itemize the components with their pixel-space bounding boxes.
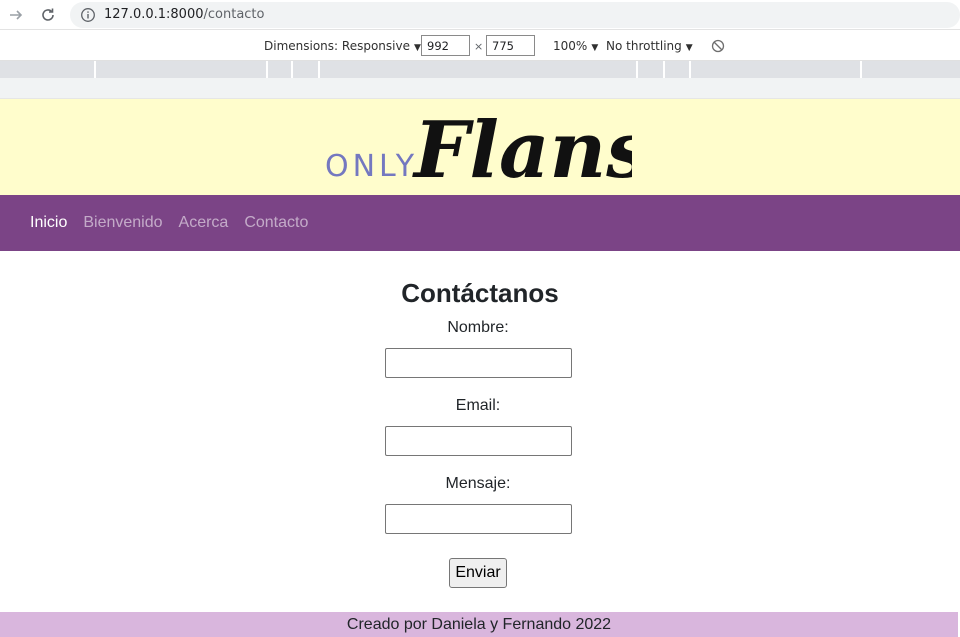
browser-address-bar: 127.0.0.1:8000/contacto: [0, 0, 960, 30]
footer-text: Creado por Daniela y Fernando 2022: [346, 616, 612, 633]
url-path: /contacto: [203, 7, 265, 22]
media-query-ruler[interactable]: [0, 61, 960, 78]
email-label: Email:: [455, 397, 501, 414]
reload-icon[interactable]: [38, 5, 58, 25]
hero-banner: ONLY Flans: [0, 99, 960, 195]
url-host: 127.0.0.1:8000: [104, 7, 204, 22]
forward-icon[interactable]: [6, 5, 26, 25]
message-field[interactable]: [385, 504, 572, 534]
message-label: Mensaje:: [445, 475, 511, 492]
devtools-device-toolbar: Dimensions: Responsive ▼ 992 × 775 100% ▼ …: [0, 31, 960, 61]
dimensions-label: Dimensions: Responsive: [264, 39, 410, 53]
chevron-down-icon: ▼: [591, 43, 599, 53]
nav-links: Inicio Bienvenido Acerca Contacto: [30, 214, 308, 232]
viewport-gutter: [0, 78, 960, 99]
width-input[interactable]: 992: [421, 35, 470, 56]
zoom-dropdown[interactable]: 100% ▼: [553, 39, 598, 53]
name-label: Nombre:: [447, 319, 509, 336]
nav-item-acerca[interactable]: Acerca: [179, 214, 229, 232]
nav-item-contacto[interactable]: Contacto: [244, 214, 308, 232]
submit-button[interactable]: Enviar: [449, 558, 507, 588]
logo-script: Flans: [412, 105, 632, 195]
info-icon[interactable]: [80, 7, 96, 23]
times-symbol: ×: [474, 40, 484, 53]
rotate-disabled-icon[interactable]: [711, 39, 725, 53]
url-field[interactable]: 127.0.0.1:8000/contacto: [70, 2, 960, 28]
contact-section: Contáctanos Nombre: Email: Mensaje: Envi…: [0, 251, 960, 612]
chevron-down-icon: ▼: [413, 43, 421, 53]
ruler-tick: [663, 61, 665, 78]
ruler-tick: [689, 61, 691, 78]
nav-item-inicio[interactable]: Inicio: [30, 214, 67, 232]
ruler-tick: [291, 61, 293, 78]
logo-prefix: ONLY: [325, 149, 418, 184]
only-flans-logo: ONLY Flans: [325, 105, 632, 195]
page-title: Contáctanos: [401, 278, 559, 308]
ruler-tick: [860, 61, 862, 78]
name-field[interactable]: [385, 348, 572, 378]
chevron-down-icon: ▼: [685, 43, 693, 53]
dimensions-dropdown[interactable]: Dimensions: Responsive ▼: [264, 39, 421, 53]
ruler-tick: [318, 61, 320, 78]
ruler-tick: [94, 61, 96, 78]
zoom-label: 100%: [553, 39, 588, 53]
throttling-label: No throttling: [606, 39, 682, 53]
ruler-tick: [636, 61, 638, 78]
footer: Creado por Daniela y Fernando 2022: [0, 612, 958, 637]
ruler-tick: [266, 61, 268, 78]
nav-item-bienvenido[interactable]: Bienvenido: [83, 214, 162, 232]
height-input[interactable]: 775: [486, 35, 535, 56]
email-field[interactable]: [385, 426, 572, 456]
throttling-dropdown[interactable]: No throttling ▼: [606, 39, 693, 53]
url-text: 127.0.0.1:8000/contacto: [104, 7, 264, 22]
navbar: Inicio Bienvenido Acerca Contacto: [0, 195, 960, 251]
